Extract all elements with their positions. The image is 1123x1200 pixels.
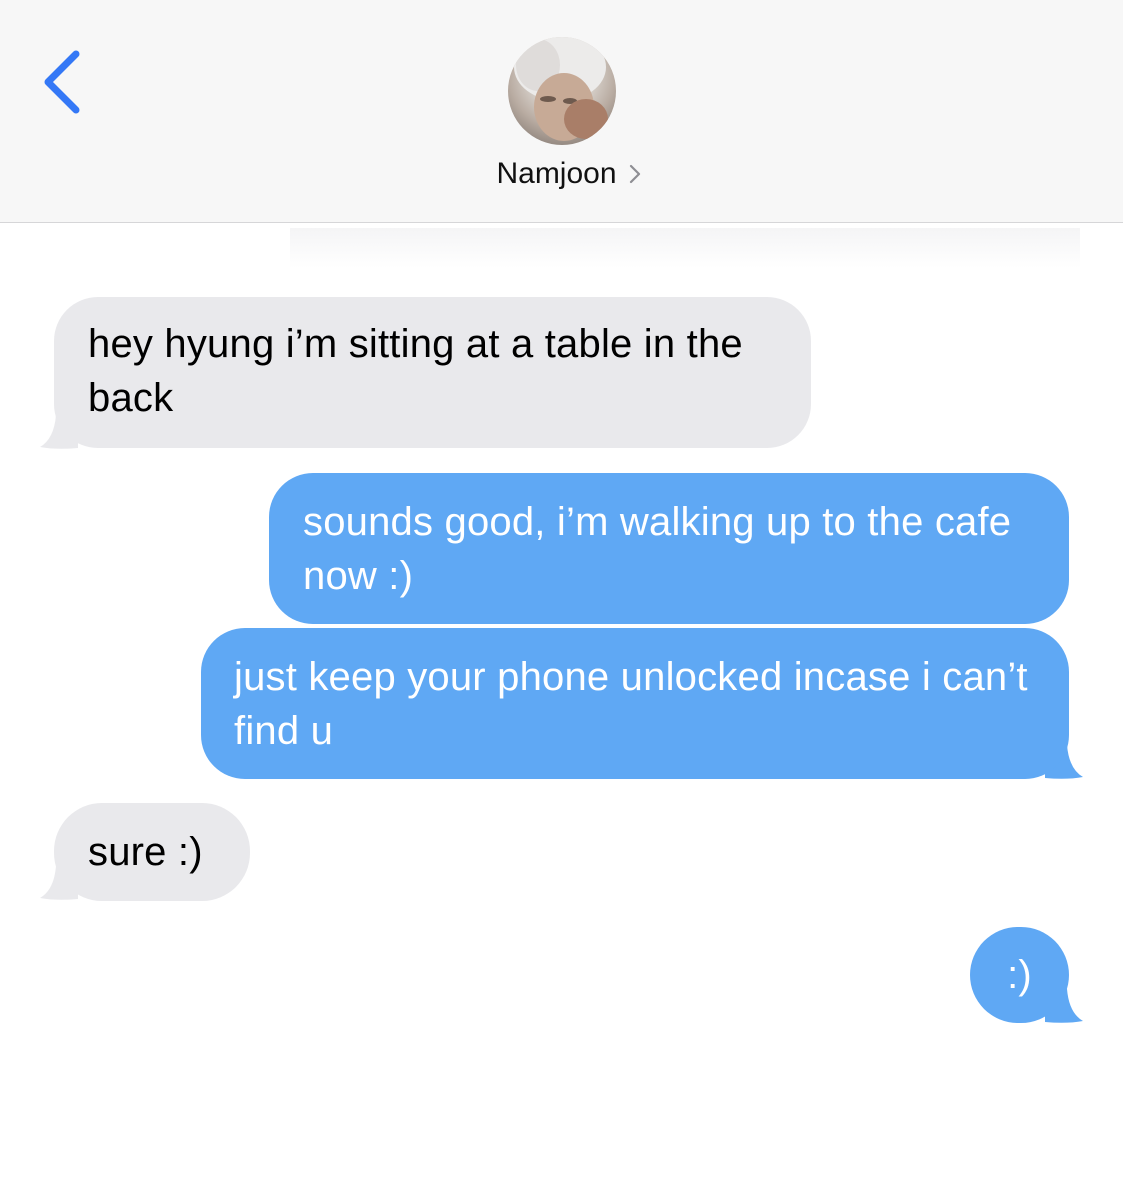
message-text: sure :): [88, 830, 203, 874]
conversation-header: Namjoon: [0, 0, 1123, 223]
message-text: hey hyung i’m sitting at a table in the …: [88, 322, 743, 420]
faint-overlay: [290, 228, 1080, 268]
message-text: :): [1007, 953, 1032, 997]
message-text: just keep your phone unlocked incase i c…: [234, 655, 1028, 753]
back-button[interactable]: [36, 44, 92, 116]
contact-name: Namjoon: [496, 157, 617, 190]
chevron-left-icon: [44, 50, 80, 114]
incoming-message-bubble[interactable]: hey hyung i’m sitting at a table in the …: [54, 297, 811, 448]
message-text: sounds good, i’m walking up to the cafe …: [303, 500, 1012, 598]
outgoing-message-bubble[interactable]: just keep your phone unlocked incase i c…: [201, 628, 1069, 779]
outgoing-message-bubble[interactable]: sounds good, i’m walking up to the cafe …: [269, 473, 1069, 624]
chevron-right-icon: [629, 164, 640, 184]
outgoing-message-bubble[interactable]: :): [970, 927, 1069, 1023]
incoming-message-bubble[interactable]: sure :): [54, 803, 250, 901]
avatar[interactable]: [508, 37, 616, 145]
avatar-photo: [514, 37, 608, 141]
contact-name-button[interactable]: Namjoon: [0, 154, 1123, 198]
